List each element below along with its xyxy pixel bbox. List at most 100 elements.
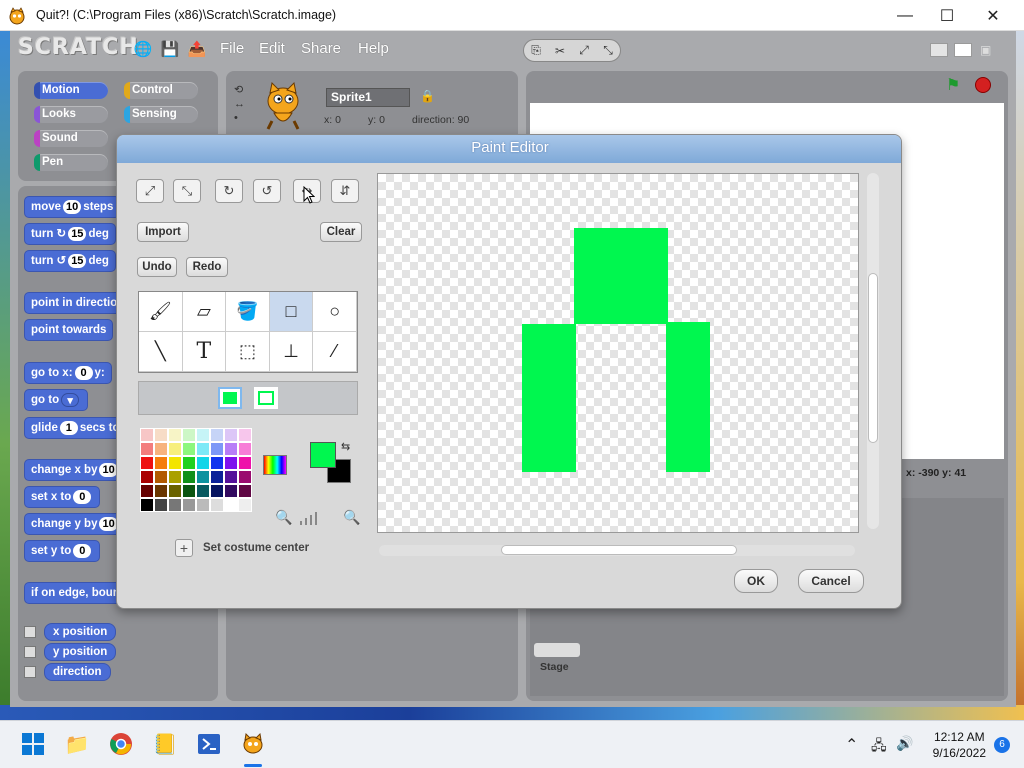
block-turn-right[interactable]: turn ↻ 15 deg <box>24 223 116 245</box>
eyedropper-icon[interactable]: ⁄ <box>313 332 357 372</box>
green-flag-icon[interactable]: ⚑ <box>946 75 960 95</box>
outline-rectangle-option[interactable] <box>254 387 278 409</box>
rotation-style-icons[interactable]: ⟲ ↔ • <box>234 83 245 125</box>
block-move[interactable]: move 10 steps <box>24 196 121 218</box>
grow-icon[interactable]: ⤢ <box>136 179 164 203</box>
text-tool-icon[interactable]: T <box>182 332 227 372</box>
volume-icon[interactable]: 🔊 <box>896 735 913 752</box>
color-swatch[interactable] <box>154 470 168 484</box>
color-swatch[interactable] <box>238 470 252 484</box>
zoom-in-icon[interactable]: 🔍 <box>343 509 360 526</box>
category-motion[interactable]: Motion <box>34 82 108 99</box>
color-swatch[interactable] <box>196 456 210 470</box>
rotate-right-icon[interactable]: ↻ <box>215 179 243 203</box>
menu-help[interactable]: Help <box>358 40 389 57</box>
color-swatch[interactable] <box>210 456 224 470</box>
reporter-y-position[interactable]: y position <box>24 643 117 661</box>
color-swatch[interactable] <box>140 498 154 512</box>
file-explorer-icon[interactable]: 📁 <box>63 730 91 758</box>
color-swatch[interactable] <box>210 470 224 484</box>
ok-button[interactable]: OK <box>734 569 778 593</box>
category-pen[interactable]: Pen <box>34 154 108 171</box>
color-swatch[interactable] <box>238 442 252 456</box>
color-swatch[interactable] <box>238 498 252 512</box>
notification-badge[interactable]: 6 <box>994 737 1010 753</box>
block-change-x[interactable]: change x by 10 <box>24 459 127 481</box>
stop-icon[interactable] <box>975 77 991 93</box>
ellipse-tool-icon[interactable]: ○ <box>313 292 357 332</box>
network-icon[interactable]: 🖧 <box>871 735 887 759</box>
block-change-y[interactable]: change y by 10 <box>24 513 127 535</box>
color-swatch[interactable] <box>210 442 224 456</box>
powershell-icon[interactable] <box>195 730 223 758</box>
zoom-out-icon[interactable]: 🔍 <box>275 509 292 526</box>
menu-edit[interactable]: Edit <box>259 40 285 57</box>
duplicate-tool-icon[interactable]: ⎘ <box>526 42 546 60</box>
close-button[interactable]: ✕ <box>970 0 1016 31</box>
color-swatch[interactable] <box>154 428 168 442</box>
canvas-vertical-scrollbar[interactable] <box>867 173 879 529</box>
stage-thumbnail[interactable] <box>534 643 580 657</box>
reporter-x-position[interactable]: x position <box>24 623 117 641</box>
clear-button[interactable]: Clear <box>320 222 362 242</box>
normal-stage-button[interactable] <box>954 43 972 57</box>
shrink-icon[interactable]: ⤡ <box>173 179 201 203</box>
delete-tool-icon[interactable]: ✂ <box>550 42 570 60</box>
color-swatch[interactable] <box>140 428 154 442</box>
block-go-to[interactable]: go to ▾ <box>24 389 89 411</box>
scroll-thumb[interactable] <box>868 273 878 443</box>
color-swatch[interactable] <box>140 442 154 456</box>
color-swatch[interactable] <box>224 470 238 484</box>
color-swatch[interactable] <box>168 442 182 456</box>
filled-rectangle-option[interactable] <box>218 387 242 409</box>
color-swatch[interactable] <box>140 456 154 470</box>
grow-tool-icon[interactable]: ⤢ <box>574 42 594 60</box>
category-looks[interactable]: Looks <box>34 106 108 123</box>
block-point-towards[interactable]: point towards <box>24 319 114 341</box>
windows-start-icon[interactable] <box>19 730 47 758</box>
color-swatch[interactable] <box>238 456 252 470</box>
color-swatch[interactable] <box>140 484 154 498</box>
color-swatch[interactable] <box>168 484 182 498</box>
checkbox[interactable] <box>24 626 36 638</box>
color-swatch[interactable] <box>196 484 210 498</box>
color-swatch[interactable] <box>224 498 238 512</box>
color-swatch[interactable] <box>154 442 168 456</box>
block-set-x[interactable]: set x to 0 <box>24 486 101 508</box>
category-control[interactable]: Control <box>124 82 198 99</box>
notes-app-icon[interactable]: 📒 <box>151 730 179 758</box>
clock[interactable]: 12:12 AM 9/16/2022 <box>933 729 986 761</box>
color-swatch[interactable] <box>238 484 252 498</box>
rotate-left-icon[interactable]: ↺ <box>253 179 281 203</box>
color-swatch[interactable] <box>210 428 224 442</box>
reporter-direction[interactable]: direction <box>24 663 111 681</box>
color-swatch[interactable] <box>224 484 238 498</box>
color-swatch[interactable] <box>168 470 182 484</box>
color-swatch[interactable] <box>224 428 238 442</box>
color-swatch[interactable] <box>154 456 168 470</box>
share-icon[interactable]: 📤 <box>188 40 207 58</box>
stamp-tool-icon[interactable]: ⊥ <box>269 332 314 372</box>
color-swatch[interactable] <box>210 484 224 498</box>
color-swatch[interactable] <box>182 456 196 470</box>
color-swatch[interactable] <box>140 470 154 484</box>
color-swatch[interactable] <box>210 498 224 512</box>
paint-canvas[interactable] <box>377 173 859 533</box>
color-swatch[interactable] <box>182 484 196 498</box>
block-glide[interactable]: glide 1 secs to <box>24 417 127 439</box>
color-swatch[interactable] <box>168 456 182 470</box>
import-button[interactable]: Import <box>137 222 189 242</box>
minimize-button[interactable]: — <box>882 0 928 31</box>
color-swatch[interactable] <box>224 442 238 456</box>
rectangle-tool-icon[interactable]: □ <box>269 292 314 332</box>
color-swatch[interactable] <box>182 428 196 442</box>
menu-share[interactable]: Share <box>301 40 341 57</box>
block-point-in-direction[interactable]: point in directio <box>24 292 125 314</box>
presentation-mode-button[interactable]: ▣ <box>980 43 998 57</box>
checkbox[interactable] <box>24 646 36 658</box>
zoom-level-bars[interactable] <box>300 511 317 525</box>
sprite-name-field[interactable]: Sprite1 <box>326 88 410 107</box>
chrome-icon[interactable] <box>107 730 135 758</box>
canvas-horizontal-scrollbar[interactable] <box>379 545 855 556</box>
block-set-y[interactable]: set y to 0 <box>24 540 101 562</box>
